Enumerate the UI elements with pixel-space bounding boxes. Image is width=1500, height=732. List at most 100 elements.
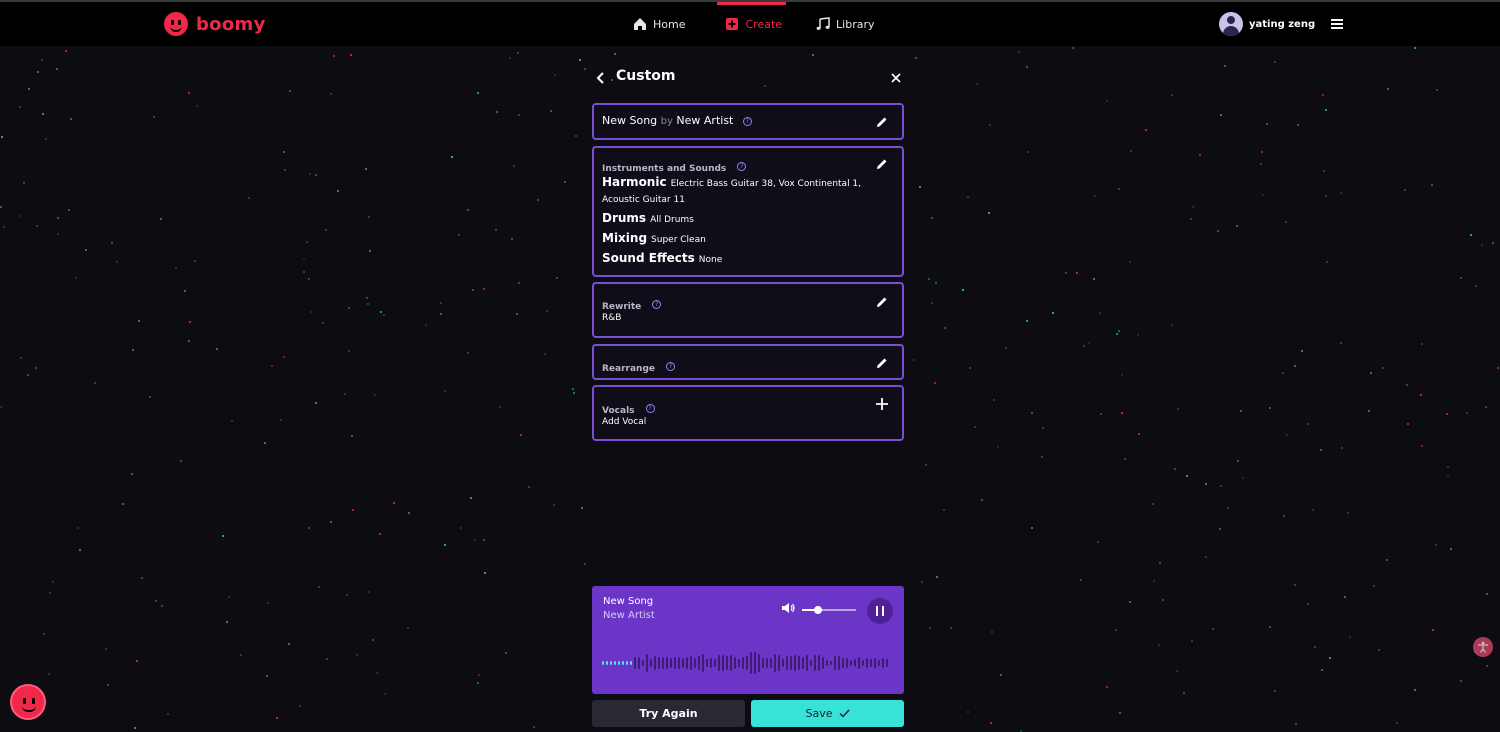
top-navbar: boomy Home Create Library yating zeng bbox=[0, 0, 1500, 46]
instruments-label: Instruments and Sounds bbox=[602, 164, 727, 174]
waveform-bar bbox=[842, 658, 844, 668]
song-artist: New Artist bbox=[676, 114, 734, 127]
waveform-bar bbox=[726, 656, 728, 670]
volume-icon[interactable] bbox=[781, 601, 795, 615]
volume-slider[interactable] bbox=[802, 606, 856, 614]
waveform-bar bbox=[770, 658, 772, 668]
boomy-logo-icon bbox=[164, 12, 188, 36]
waveform-bar bbox=[650, 659, 652, 667]
waveform-bar bbox=[734, 656, 736, 670]
waveform-bar bbox=[802, 657, 804, 669]
check-icon bbox=[839, 709, 850, 718]
nav-create[interactable]: Create bbox=[717, 2, 786, 46]
waveform-bar bbox=[662, 656, 664, 670]
song-info-card[interactable]: New Song by New Artist ? bbox=[592, 103, 904, 140]
save-button[interactable]: Save bbox=[751, 700, 904, 727]
nav-library[interactable]: Library bbox=[816, 2, 875, 46]
vocals-header: Vocals ? bbox=[602, 398, 655, 417]
waveform-bar bbox=[634, 657, 636, 669]
waveform-bar bbox=[782, 659, 784, 667]
save-button-label: Save bbox=[805, 707, 833, 720]
instruments-header: Instruments and Sounds ? bbox=[602, 156, 747, 175]
avatar[interactable] bbox=[1219, 12, 1243, 36]
hamburger-menu-icon[interactable] bbox=[1331, 19, 1344, 29]
waveform-bar bbox=[722, 654, 724, 672]
waveform-bar bbox=[618, 661, 620, 665]
try-again-button[interactable]: Try Again bbox=[592, 700, 745, 727]
rewrite-card[interactable]: Rewrite ? R&B bbox=[592, 282, 904, 338]
waveform-bar bbox=[638, 657, 640, 669]
rearrange-header: Rearrange ? bbox=[602, 356, 676, 375]
waveform-bar bbox=[786, 656, 788, 670]
pencil-icon[interactable] bbox=[876, 116, 888, 128]
vocals-label: Vocals bbox=[602, 406, 635, 416]
chevron-left-icon[interactable] bbox=[594, 71, 608, 85]
waveform-bar bbox=[702, 654, 704, 672]
boomy-assistant-button[interactable] bbox=[10, 684, 46, 720]
waveform-bar bbox=[686, 656, 688, 670]
instrument-row-sound-effects: Sound Effects None bbox=[602, 251, 723, 265]
help-icon[interactable]: ? bbox=[742, 116, 752, 126]
instrument-row-harmonic: Harmonic Electric Bass Guitar 38, Vox Con… bbox=[602, 175, 862, 205]
waveform-bar bbox=[810, 660, 812, 666]
song-title-line: New Song by New Artist ? bbox=[602, 114, 752, 127]
waveform-bar bbox=[850, 659, 852, 667]
instruments-card[interactable]: Instruments and Sounds ? Harmonic Electri… bbox=[592, 146, 904, 277]
waveform-bar bbox=[698, 656, 700, 670]
waveform-bar bbox=[762, 658, 764, 668]
waveform-bar bbox=[846, 658, 848, 668]
waveform-bar bbox=[630, 661, 632, 665]
nav-home[interactable]: Home bbox=[633, 2, 685, 46]
brand-logo[interactable]: boomy bbox=[164, 12, 266, 36]
user-menu[interactable]: yating zeng bbox=[1219, 12, 1344, 36]
help-icon[interactable]: ? bbox=[666, 362, 676, 371]
song-title: New Song bbox=[602, 114, 658, 127]
rearrange-label: Rearrange bbox=[602, 364, 656, 374]
vocals-card[interactable]: Vocals ? Add Vocal bbox=[592, 385, 904, 441]
waveform-bar bbox=[654, 655, 656, 671]
waveform-bar bbox=[682, 657, 684, 669]
waveform-bar bbox=[614, 661, 616, 665]
help-icon[interactable]: ? bbox=[652, 300, 662, 309]
nav-create-label: Create bbox=[745, 17, 783, 31]
waveform-bar bbox=[814, 654, 816, 672]
waveform-bar bbox=[806, 655, 808, 671]
waveform-bar bbox=[750, 651, 752, 675]
waveform-bar bbox=[678, 657, 680, 669]
waveform[interactable] bbox=[602, 646, 892, 680]
pencil-icon[interactable] bbox=[876, 296, 888, 308]
waveform-bar bbox=[798, 656, 800, 670]
waveform-bar bbox=[738, 658, 740, 668]
home-icon bbox=[634, 18, 646, 30]
volume-slider-handle[interactable] bbox=[814, 606, 823, 614]
rewrite-label: Rewrite bbox=[602, 302, 642, 312]
audio-player: New Song New Artist bbox=[592, 586, 904, 694]
instrument-list: Harmonic Electric Bass Guitar 38, Vox Con… bbox=[602, 174, 870, 270]
waveform-bar bbox=[758, 654, 760, 672]
waveform-bar bbox=[766, 657, 768, 669]
nav-library-label: Library bbox=[836, 17, 875, 31]
help-icon[interactable]: ? bbox=[645, 404, 655, 413]
plus-icon[interactable] bbox=[876, 398, 888, 410]
waveform-bar bbox=[858, 656, 860, 670]
waveform-bar bbox=[694, 657, 696, 669]
close-icon[interactable] bbox=[890, 72, 902, 84]
waveform-bar bbox=[746, 655, 748, 671]
help-icon[interactable]: ? bbox=[737, 162, 747, 171]
music-note-icon bbox=[816, 17, 830, 30]
waveform-bar bbox=[646, 654, 648, 672]
waveform-bar bbox=[838, 656, 840, 670]
brand-name: boomy bbox=[196, 13, 266, 35]
waveform-bar bbox=[714, 658, 716, 668]
pause-button[interactable] bbox=[867, 598, 893, 624]
pencil-icon[interactable] bbox=[876, 158, 888, 170]
waveform-bar bbox=[718, 654, 720, 672]
pencil-icon[interactable] bbox=[876, 357, 888, 369]
rearrange-card[interactable]: Rearrange ? bbox=[592, 344, 904, 380]
main-nav: Home Create Library bbox=[633, 2, 875, 46]
waveform-bar bbox=[874, 658, 876, 668]
waveform-bar bbox=[690, 656, 692, 670]
accessibility-widget-button[interactable] bbox=[1473, 637, 1493, 657]
waveform-bar bbox=[730, 654, 732, 672]
add-vocal-link[interactable]: Add Vocal bbox=[602, 417, 646, 427]
